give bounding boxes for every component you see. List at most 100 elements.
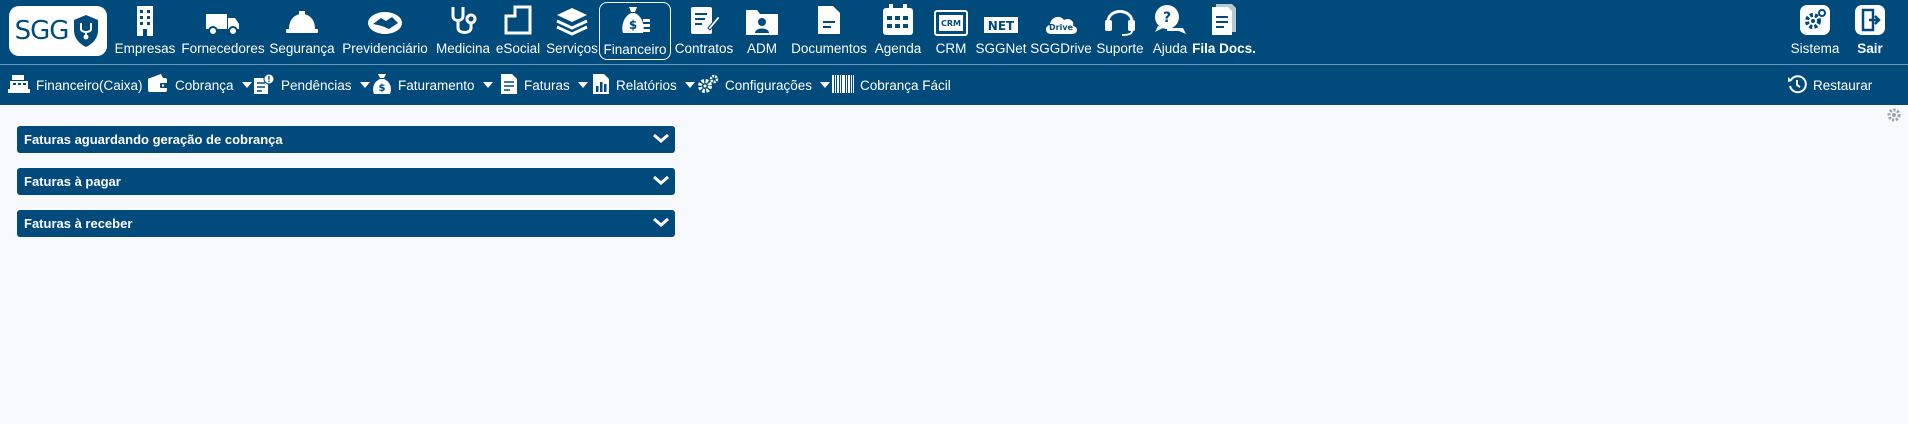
invoice-icon xyxy=(500,73,518,98)
restaurar-label: Restaurar xyxy=(1813,77,1873,93)
settings-icon xyxy=(1799,2,1831,36)
panel-title: Faturas aguardando geração de cobrança xyxy=(24,132,283,147)
panel-faturas-aguardando-cobranca[interactable]: Faturas aguardando geração de cobrança xyxy=(17,126,675,153)
nav-label: Financeiro xyxy=(603,42,667,57)
svg-text:!: ! xyxy=(267,75,271,84)
submenu-label: Faturas xyxy=(524,77,570,93)
panel-title: Faturas à receber xyxy=(24,216,133,231)
nav-previdenciario[interactable]: Previdenciário xyxy=(341,2,429,60)
financeiro-submenu: Financeiro(Caixa) Cobrança ! Pendências … xyxy=(0,65,1908,105)
help-chat-icon: ? xyxy=(1153,2,1187,36)
nav-label: Medicina xyxy=(435,41,491,56)
gear-icon[interactable] xyxy=(1886,107,1902,128)
submenu-label: Cobrança xyxy=(175,77,234,93)
nav-crm[interactable]: CRM CRM xyxy=(930,2,972,60)
nav-financeiro[interactable]: $ Financeiro xyxy=(599,2,671,60)
submenu-label: Pendências xyxy=(281,77,352,93)
net-icon: NET xyxy=(984,2,1018,36)
restore-icon xyxy=(1787,74,1807,97)
contract-icon xyxy=(688,2,720,36)
nav-label: Serviços xyxy=(546,41,598,56)
submenu-cobranca[interactable]: Cobrança xyxy=(147,65,252,105)
svg-text:?: ? xyxy=(1163,10,1171,26)
chevron-down-icon xyxy=(241,82,252,88)
panel-faturas-a-pagar[interactable]: Faturas à pagar xyxy=(17,168,675,195)
money-bag-icon: $ xyxy=(619,3,651,37)
nav-label: Agenda xyxy=(874,41,922,56)
truck-icon xyxy=(206,2,240,36)
chevron-down-icon[interactable] xyxy=(653,173,669,191)
nav-documentos[interactable]: Documentos xyxy=(788,2,870,60)
wallet-icon xyxy=(147,73,169,97)
sgg-logo[interactable]: SGG xyxy=(9,6,107,56)
chevron-down-icon xyxy=(482,82,493,88)
submenu-label: Faturamento xyxy=(398,77,475,93)
svg-text:CRM: CRM xyxy=(941,19,961,28)
nav-seguranca[interactable]: Segurança xyxy=(269,2,335,60)
panel-faturas-a-receber[interactable]: Faturas à receber xyxy=(17,210,675,237)
submenu-label: Relatórios xyxy=(616,77,677,93)
nav-sair[interactable]: Sair xyxy=(1848,2,1892,60)
nav-empresas[interactable]: Empresas xyxy=(113,2,177,60)
nav-agenda[interactable]: Agenda xyxy=(872,2,924,60)
submenu-faturamento[interactable]: $ Faturamento xyxy=(372,65,493,105)
nav-label: Documentos xyxy=(791,41,867,56)
submenu-faturas[interactable]: Faturas xyxy=(500,65,588,105)
nav-label: ADM xyxy=(747,41,777,56)
nav-sistema[interactable]: Sistema xyxy=(1785,2,1845,60)
nav-ajuda[interactable]: ? Ajuda xyxy=(1148,2,1192,60)
nav-esocial[interactable]: eSocial xyxy=(495,2,541,60)
chevron-down-icon xyxy=(684,82,695,88)
nav-sggnet[interactable]: NET SGGNet xyxy=(973,2,1029,60)
chevron-down-icon[interactable] xyxy=(653,131,669,149)
nav-suporte[interactable]: Suporte xyxy=(1094,2,1146,60)
nav-servicos[interactable]: Serviços xyxy=(545,2,599,60)
nav-label: Segurança xyxy=(269,41,335,56)
headset-icon xyxy=(1103,2,1137,36)
stethoscope-icon xyxy=(447,2,479,36)
exit-icon xyxy=(1854,2,1886,36)
submenu-cobranca-facil[interactable]: Cobrança Fácil xyxy=(832,65,951,105)
nav-adm[interactable]: ADM xyxy=(742,2,782,60)
nav-label: SGGNet xyxy=(975,41,1027,56)
pending-icon: ! xyxy=(253,73,275,98)
nav-label: Ajuda xyxy=(1152,41,1188,56)
submenu-pendencias[interactable]: ! Pendências xyxy=(253,65,370,105)
nav-label: Sistema xyxy=(1790,41,1840,56)
chevron-down-icon[interactable] xyxy=(653,215,669,233)
svg-text:$: $ xyxy=(379,83,386,94)
documents-queue-icon xyxy=(1210,2,1238,36)
submenu-relatorios[interactable]: Relatórios xyxy=(592,65,695,105)
nav-label: Fila Docs. xyxy=(1192,41,1256,56)
nav-medicina[interactable]: Medicina xyxy=(434,2,492,60)
hard-hat-icon xyxy=(285,2,319,36)
submenu-label: Configurações xyxy=(725,77,813,93)
nav-label: eSocial xyxy=(495,41,541,56)
chevron-down-icon xyxy=(820,82,831,88)
nav-label: Fornecedores xyxy=(181,41,265,56)
svg-text:NET: NET xyxy=(988,19,1015,33)
handshake-icon xyxy=(367,2,403,36)
folder-user-icon xyxy=(745,2,779,36)
nav-contratos[interactable]: Contratos xyxy=(673,2,735,60)
nav-fila-docs[interactable]: Fila Docs. xyxy=(1192,2,1256,60)
nav-label: Previdenciário xyxy=(342,41,428,56)
chevron-down-icon xyxy=(577,82,588,88)
money-bag-icon: $ xyxy=(372,73,392,98)
esocial-icon xyxy=(503,2,533,36)
nav-label: Empresas xyxy=(114,41,176,56)
calendar-icon xyxy=(882,2,914,36)
submenu-label: Financeiro(Caixa) xyxy=(36,77,143,93)
nav-label: Suporte xyxy=(1096,41,1144,56)
submenu-configuracoes[interactable]: Configurações xyxy=(697,65,831,105)
nav-label: Sair xyxy=(1857,41,1883,56)
nav-label: Contratos xyxy=(674,41,734,56)
nav-sggdrive[interactable]: Drive SGGDrive xyxy=(1030,2,1092,60)
chevron-down-icon xyxy=(359,82,370,88)
svg-text:Drive: Drive xyxy=(1049,23,1074,32)
nav-label: SGGDrive xyxy=(1030,41,1092,56)
nav-fornecedores[interactable]: Fornecedores xyxy=(180,2,266,60)
submenu-financeiro-caixa[interactable]: Financeiro(Caixa) xyxy=(8,65,143,105)
building-icon xyxy=(133,2,157,36)
restaurar-button[interactable]: Restaurar xyxy=(1787,65,1872,105)
